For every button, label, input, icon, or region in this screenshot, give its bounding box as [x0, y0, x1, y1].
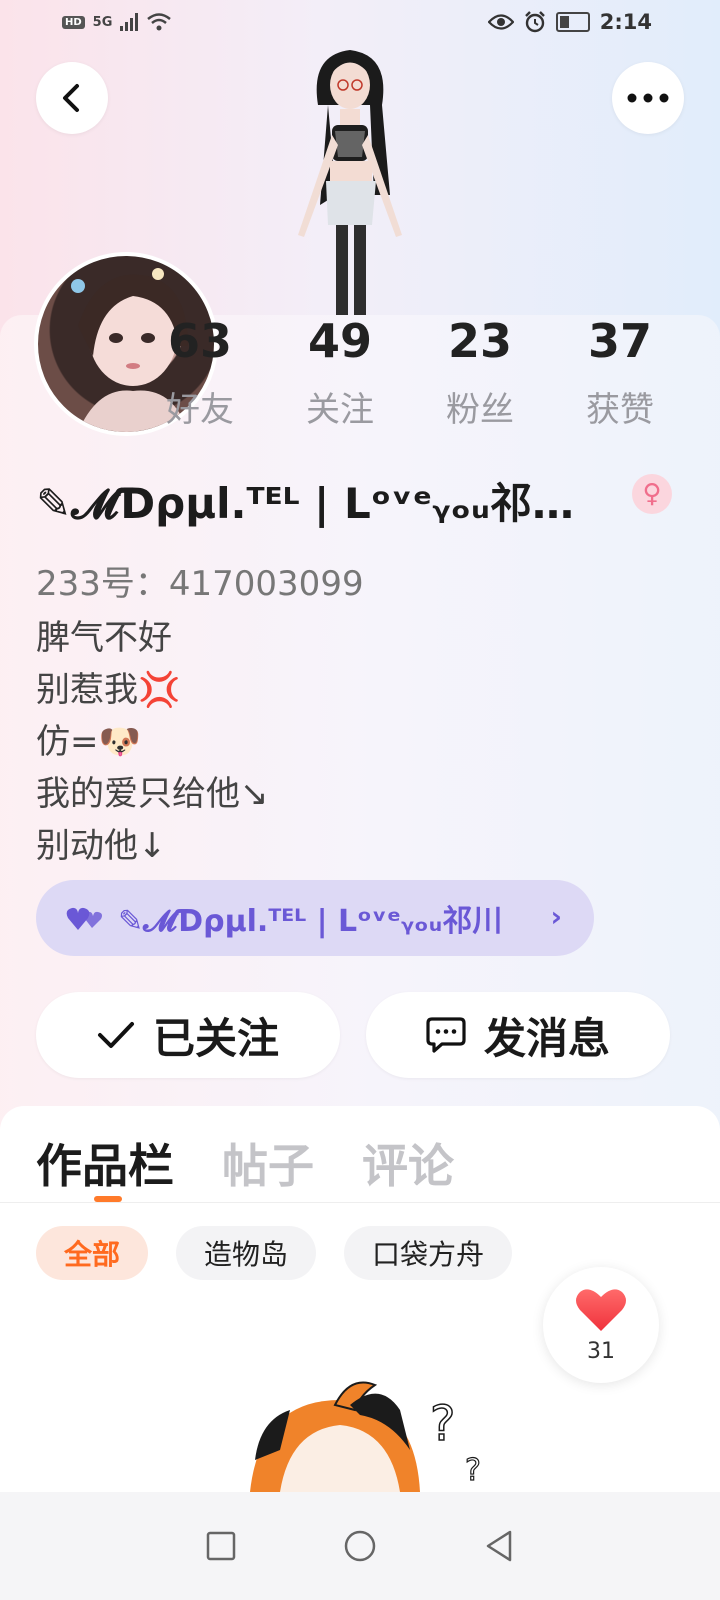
stat-label: 好友 — [166, 390, 234, 430]
stat-likes[interactable]: 37 获赞 — [550, 318, 690, 431]
divider — [0, 1202, 720, 1203]
back-nav-icon[interactable] — [483, 1529, 515, 1563]
gender-female-icon: ♀ — [632, 474, 672, 514]
hearts-icon — [66, 907, 102, 930]
bio-line: 别惹我💢 — [36, 670, 181, 710]
system-navigation-bar — [0, 1492, 720, 1600]
empty-state-mascot: ? ? — [250, 1381, 482, 1492]
recent-apps-icon[interactable] — [205, 1530, 237, 1562]
battery-icon — [555, 12, 590, 32]
like-button[interactable]: 31 — [543, 1267, 659, 1383]
stat-value: 49 — [307, 314, 372, 368]
hd-indicator: HD — [62, 15, 85, 29]
content-tabs: 作品栏 帖子 评论 — [36, 1130, 454, 1196]
stat-label: 获赞 — [586, 390, 654, 430]
filter-chips: 全部 造物岛 口袋方舟 — [36, 1226, 513, 1280]
network-type: 5G — [92, 14, 113, 30]
more-options-button[interactable] — [612, 62, 684, 134]
stat-label: 粉丝 — [446, 390, 514, 430]
character-figure — [298, 50, 402, 315]
home-icon[interactable] — [343, 1529, 377, 1563]
bio-line: 别动他↓ — [36, 826, 167, 866]
heart-icon — [576, 1288, 626, 1331]
chevron-right-icon: › — [550, 900, 562, 933]
relationship-tag-text: ✎𝓜Ɗρµl.ᵀᴱᴸ | Lᵒᵛᵉᵧₒᵤ祁川 — [118, 904, 503, 939]
clock-time: 2:14 — [599, 10, 652, 34]
chip-all[interactable]: 全部 — [36, 1226, 149, 1280]
tab-posts[interactable]: 帖子 — [222, 1130, 314, 1196]
alarm-icon — [524, 11, 545, 33]
user-id[interactable]: 233号：417003099 — [36, 556, 364, 605]
chip-pocket-ark[interactable]: 口袋方舟 — [344, 1226, 513, 1280]
stat-following[interactable]: 49 关注 — [270, 318, 410, 431]
svg-text:?: ? — [465, 1453, 481, 1488]
relationship-tag[interactable]: ✎𝓜Ɗρµl.ᵀᴱᴸ | Lᵒᵛᵉᵧₒᵤ祁川 › — [36, 880, 594, 956]
action-buttons: 已关注 发消息 — [36, 992, 670, 1078]
chevron-left-icon — [63, 84, 79, 112]
eye-icon — [487, 14, 514, 30]
stat-friends[interactable]: 63 好友 — [130, 318, 270, 431]
tab-comments[interactable]: 评论 — [362, 1130, 454, 1196]
bio: 脾气不好 别惹我💢 仿=🐶 我的爱只给他↘ 别动他↓ — [36, 612, 269, 872]
status-bar: HD 5G 2:14 — [0, 0, 720, 50]
stat-value: 37 — [587, 314, 652, 368]
svg-text:?: ? — [430, 1396, 455, 1452]
nickname: ✎𝓜Ɗρµl.ᵀᴱᴸ | Lᵒᵛᵉᵧₒᵤ祁… — [36, 479, 575, 528]
stat-label: 关注 — [306, 390, 374, 430]
follow-button[interactable]: 已关注 — [36, 992, 340, 1078]
bio-line: 仿=🐶 — [36, 722, 141, 762]
follow-button-label: 已关注 — [152, 1013, 279, 1063]
chat-bubble-icon — [426, 1017, 466, 1053]
profile-stats: 63 好友 49 关注 23 粉丝 37 获赞 — [130, 318, 690, 431]
stat-value: 23 — [447, 314, 512, 368]
tab-works[interactable]: 作品栏 — [36, 1130, 174, 1196]
bio-line: 我的爱只给他↘ — [36, 774, 269, 814]
check-icon — [97, 1022, 134, 1048]
signal-icon — [120, 13, 139, 31]
stat-value: 63 — [167, 314, 232, 368]
more-dots-icon — [627, 93, 669, 103]
bio-line: 脾气不好 — [36, 618, 172, 658]
message-button-label: 发消息 — [483, 1013, 610, 1063]
wifi-icon — [147, 13, 172, 31]
stat-fans[interactable]: 23 粉丝 — [410, 318, 550, 431]
chip-creation-island[interactable]: 造物岛 — [176, 1226, 317, 1280]
message-button[interactable]: 发消息 — [366, 992, 670, 1078]
back-button[interactable] — [36, 62, 108, 134]
profile-screen: HD 5G 2:14 63 好友 49 关注 23 粉丝 37 获赞 ✎𝓜Ɗρµ… — [0, 0, 720, 1600]
like-count: 31 — [587, 1338, 615, 1364]
